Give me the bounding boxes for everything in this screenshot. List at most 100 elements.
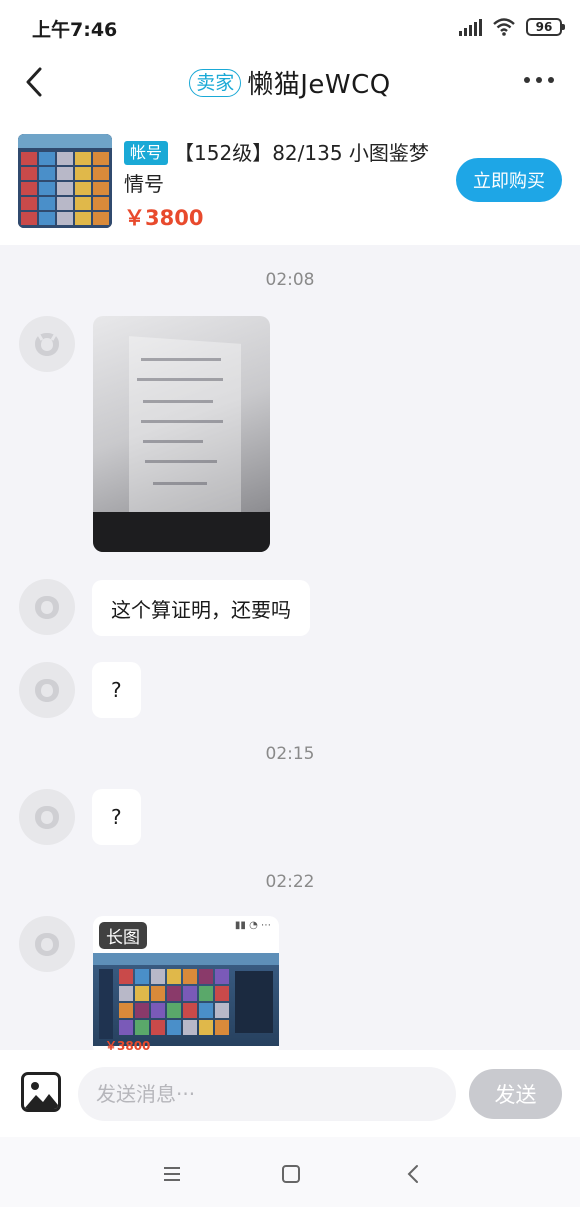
product-title-text: 【152级】82/135 小图鉴梦情号	[124, 141, 429, 196]
system-nav-bar	[0, 1137, 580, 1207]
back-icon	[407, 1165, 418, 1183]
character-card-tile	[167, 1003, 181, 1018]
chat-title: 懒猫JeWCQ	[247, 70, 391, 100]
text-message[interactable]: ?	[92, 662, 141, 718]
character-card-tile	[183, 969, 197, 984]
character-card-tile	[167, 986, 181, 1001]
character-card-tile	[199, 969, 213, 984]
avatar[interactable]	[19, 662, 75, 718]
send-button[interactable]: 发送	[469, 1069, 562, 1119]
product-card[interactable]: 帐号 【152级】82/135 小图鉴梦情号 ￥3800 立即购买	[0, 114, 580, 245]
character-card-tile	[199, 1003, 213, 1018]
more-dots-icon	[524, 77, 530, 83]
character-card-tile	[151, 1020, 165, 1035]
timestamp: 02:15	[265, 744, 315, 764]
character-card-tile	[39, 197, 55, 210]
character-card-tile	[183, 1003, 197, 1018]
character-card-tile	[215, 1020, 229, 1035]
character-card-tile	[215, 986, 229, 1001]
wifi-icon	[493, 18, 515, 36]
home-button[interactable]	[276, 1159, 306, 1189]
character-card-tile	[93, 152, 109, 165]
avatar[interactable]	[19, 916, 75, 972]
signal-icon	[459, 18, 482, 36]
avatar-icon	[35, 679, 59, 702]
message-text: 这个算证明，还要吗	[111, 597, 291, 622]
character-card-tile	[39, 167, 55, 180]
product-title: 帐号 【152级】82/135 小图鉴梦情号	[124, 138, 440, 200]
product-image	[18, 134, 112, 228]
avatar[interactable]	[19, 579, 75, 635]
character-card-tile	[119, 1003, 133, 1018]
character-card-tile	[199, 1020, 213, 1035]
character-card-tile	[75, 212, 91, 225]
avatar-icon	[35, 333, 59, 356]
character-card-tile	[75, 152, 91, 165]
image-picker-icon	[24, 1082, 58, 1109]
avatar[interactable]	[19, 316, 75, 372]
character-card-tile	[151, 969, 165, 984]
character-card-tile	[119, 969, 133, 984]
message-input[interactable]	[78, 1067, 456, 1121]
text-message[interactable]: ?	[92, 789, 141, 845]
avatar-icon	[35, 806, 59, 829]
character-card-tile	[167, 969, 181, 984]
product-info: 帐号 【152级】82/135 小图鉴梦情号 ￥3800	[124, 138, 440, 232]
avatar-icon	[35, 596, 59, 619]
battery-icon: 96	[526, 18, 565, 36]
character-card-tile	[135, 1020, 149, 1035]
character-card-tile	[75, 167, 91, 180]
character-card-tile	[119, 986, 133, 1001]
buy-now-button[interactable]: 立即购买	[456, 158, 562, 202]
seller-badge: 卖家	[189, 68, 242, 97]
character-card-tile	[75, 182, 91, 195]
character-card-tile	[57, 152, 73, 165]
character-card-tile	[151, 986, 165, 1001]
status-icons: 96	[459, 16, 565, 38]
character-card-tile	[135, 986, 149, 1001]
character-card-tile	[183, 986, 197, 1001]
title-wrap: 卖家 懒猫JeWCQ	[0, 64, 580, 101]
character-card-tile	[57, 167, 73, 180]
avatar[interactable]	[19, 789, 75, 845]
character-card-tile	[21, 212, 37, 225]
character-card-tile	[93, 167, 109, 180]
product-price: ￥3800	[124, 206, 204, 230]
more-options-button[interactable]	[524, 70, 554, 90]
timestamp: 02:08	[265, 270, 315, 290]
character-card-tile	[93, 182, 109, 195]
character-card-tile	[57, 182, 73, 195]
character-card-tile	[21, 197, 37, 210]
status-time: 上午7:46	[32, 19, 118, 41]
character-card-tile	[119, 1020, 133, 1035]
text-message[interactable]: 这个算证明，还要吗	[92, 580, 310, 636]
character-card-tile	[39, 182, 55, 195]
image-picker-button[interactable]	[21, 1072, 61, 1112]
character-card-tile	[57, 212, 73, 225]
character-card-tile	[75, 197, 91, 210]
long-image-tag: 长图	[99, 922, 147, 949]
image-message[interactable]	[93, 316, 270, 552]
status-bar: 上午7:46 96	[0, 0, 580, 52]
home-icon	[282, 1165, 300, 1183]
game-screenshot	[93, 953, 279, 1046]
chat-header: 卖家 懒猫JeWCQ	[0, 52, 580, 114]
character-card-tile	[57, 197, 73, 210]
menu-icon	[164, 1167, 180, 1181]
character-card-tile	[215, 1003, 229, 1018]
type-badge: 帐号	[124, 141, 169, 165]
long-image-message[interactable]: 长图 ▮▮ ◔ ⋯ ￥3800	[93, 916, 279, 1056]
product-thumbnail[interactable]	[18, 134, 112, 228]
character-card-tile	[21, 182, 37, 195]
system-back-button[interactable]	[398, 1159, 428, 1189]
character-card-tile	[39, 212, 55, 225]
character-card-tile	[135, 969, 149, 984]
menu-button[interactable]	[157, 1159, 187, 1189]
input-bar: 发送	[0, 1050, 580, 1137]
character-card-tile	[215, 969, 229, 984]
character-card-tile	[167, 1020, 181, 1035]
screenshot-status-icons: ▮▮ ◔ ⋯	[234, 920, 271, 931]
character-card-tile	[183, 1020, 197, 1035]
timestamp: 02:22	[265, 872, 315, 892]
avatar-icon	[35, 933, 59, 956]
